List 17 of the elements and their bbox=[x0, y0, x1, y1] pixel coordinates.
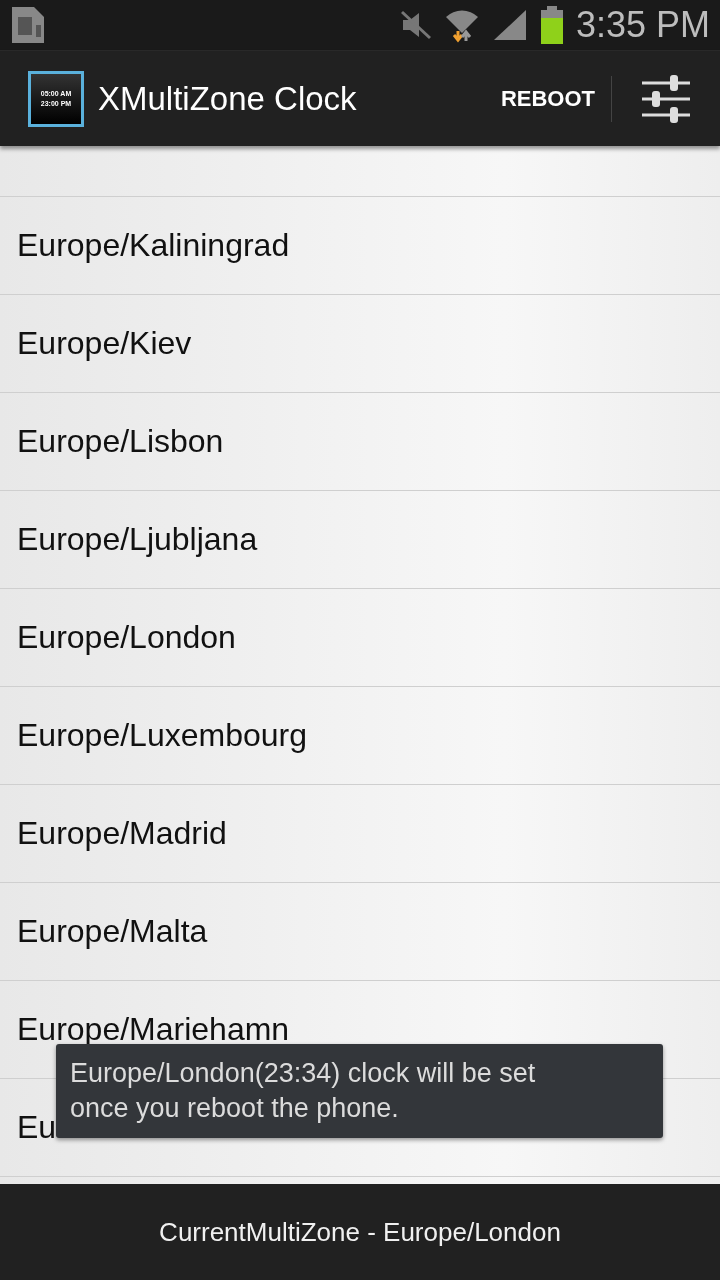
reboot-button[interactable]: REBOOT bbox=[484, 75, 612, 122]
reboot-toast: Europe/London(23:34) clock will be set once you reboot the phone. bbox=[56, 1044, 663, 1138]
sim-card-icon bbox=[10, 5, 46, 45]
clock-time: 3:35 PM bbox=[575, 4, 710, 46]
list-item[interactable]: Europe/Lisbon bbox=[0, 393, 720, 491]
settings-icon[interactable] bbox=[640, 72, 692, 125]
current-zone-text: CurrentMultiZone - Europe/London bbox=[159, 1216, 561, 1248]
mute-icon bbox=[399, 10, 432, 40]
list-item[interactable]: Europe/Ljubljana bbox=[0, 491, 720, 589]
app-title: XMultiZone Clock bbox=[98, 79, 357, 118]
list-item[interactable]: Europe/Malta bbox=[0, 883, 720, 981]
list-item[interactable]: Europe/Kiev bbox=[0, 295, 720, 393]
battery-icon bbox=[539, 6, 564, 44]
list-item[interactable]: Europe/London bbox=[0, 589, 720, 687]
list-item[interactable]: Europe/Madrid bbox=[0, 785, 720, 883]
list-item[interactable]: Europe/Luxembourg bbox=[0, 687, 720, 785]
list-item[interactable]: Europe/Kaliningrad bbox=[0, 197, 720, 295]
